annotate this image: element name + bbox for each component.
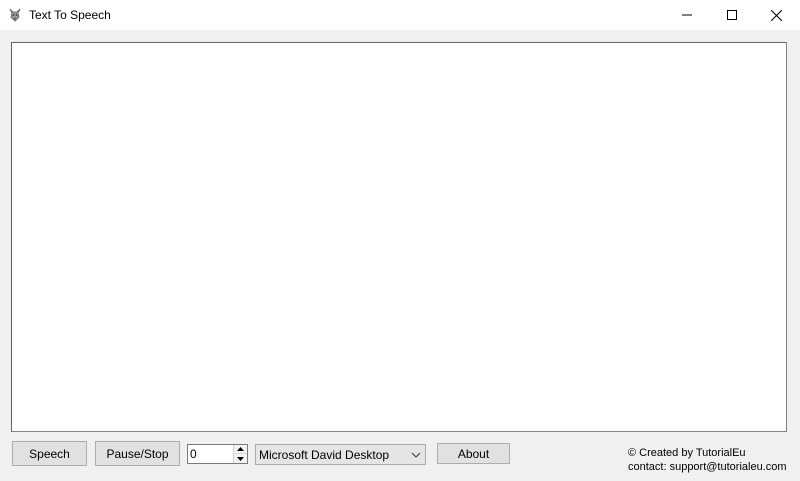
wolf-icon [9,8,21,22]
credits-created-by: © Created by TutorialEu [628,447,746,459]
stepper-down-button[interactable] [234,454,247,463]
rate-value[interactable]: 0 [190,446,197,462]
speech-text-input[interactable] [11,42,787,432]
speech-button[interactable]: Speech [12,441,87,466]
voice-dropdown[interactable]: Microsoft David Desktop [255,444,426,465]
minimize-icon [681,14,692,16]
minimize-button[interactable] [664,0,709,30]
caret-up-icon [237,447,244,451]
app-window: Text To Speech Speech Pause/Stop 0 Micro… [0,0,800,481]
close-icon [771,9,782,21]
about-button[interactable]: About [437,443,510,464]
maximize-button[interactable] [709,0,754,30]
caret-down-icon [237,456,244,461]
credits-contact: contact: support@tutorialeu.com [628,461,787,473]
chevron-down-icon [411,452,421,458]
window-title: Text To Speech [29,8,111,22]
voice-selected-value: Microsoft David Desktop [259,448,390,462]
pause-stop-button[interactable]: Pause/Stop [95,441,180,466]
maximize-icon [726,10,737,20]
title-bar[interactable]: Text To Speech [0,0,800,30]
close-button[interactable] [754,0,799,30]
stepper-up-button[interactable] [234,445,247,454]
stepper-buttons [233,445,247,463]
rate-stepper[interactable]: 0 [187,444,248,464]
credits: © Created by TutorialEu contact: support… [628,446,787,474]
